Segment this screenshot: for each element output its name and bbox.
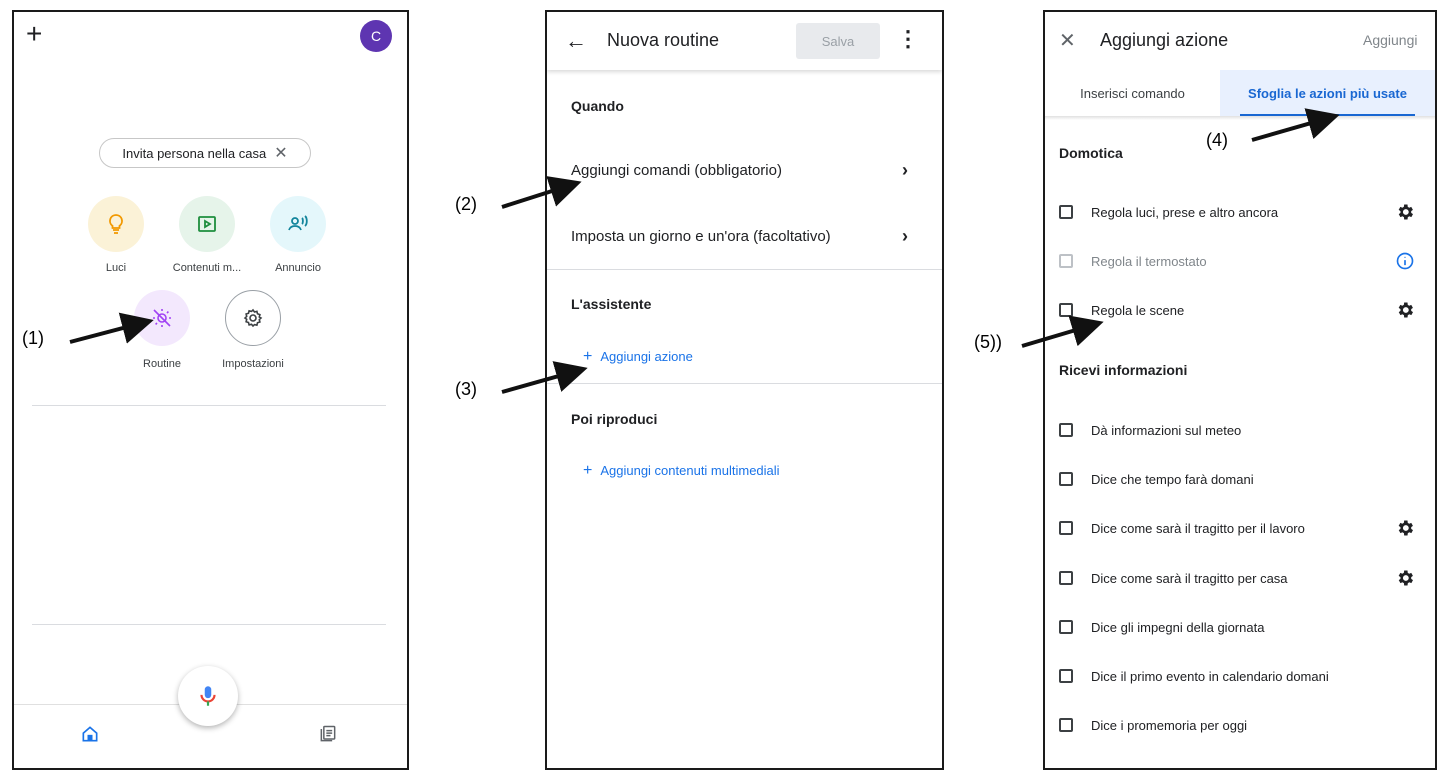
arrow-3 xyxy=(501,361,588,394)
arrow-5 xyxy=(1021,315,1104,348)
arrow-4 xyxy=(1251,108,1340,142)
arrow-1 xyxy=(69,312,154,344)
annotation-arrows xyxy=(69,108,1340,394)
arrow-2 xyxy=(501,176,582,209)
